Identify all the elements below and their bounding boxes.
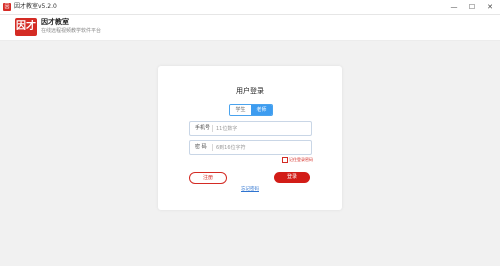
register-button[interactable]: 注册: [189, 172, 227, 184]
window-title: 因才教室v5.2.0: [14, 3, 57, 10]
login-title: 用户登录: [236, 87, 264, 95]
remember-password-checkbox[interactable]: 记住登录密码: [282, 157, 313, 163]
phone-field: 手机号: [189, 121, 312, 136]
app-logo-icon: 因: [3, 3, 11, 11]
brand-name: 因才教室: [41, 18, 69, 26]
close-button[interactable]: ✕: [482, 1, 498, 13]
field-divider: [212, 125, 213, 132]
phone-input[interactable]: [216, 122, 306, 135]
remember-password-label: 记住登录密码: [289, 157, 313, 162]
login-button[interactable]: 登录: [274, 172, 310, 183]
app-header: 因才 因才教室 在线远程视频教学软件平台: [0, 15, 500, 41]
password-label: 密 码: [195, 144, 207, 150]
field-divider: [212, 144, 213, 151]
window-titlebar: 因 因才教室v5.2.0 — ☐ ✕: [0, 0, 500, 15]
tab-student[interactable]: 学生: [230, 105, 251, 115]
tab-teacher[interactable]: 老师: [251, 105, 272, 115]
brand-logo: 因才: [15, 18, 37, 36]
password-field: 密 码: [189, 140, 312, 155]
phone-label: 手机号: [195, 125, 211, 131]
brand-slogan: 在线远程视频教学软件平台: [41, 28, 102, 34]
role-switch: 学生 老师: [229, 104, 273, 116]
maximize-button[interactable]: ☐: [464, 1, 480, 13]
checkbox-icon[interactable]: [282, 157, 288, 163]
password-input[interactable]: [216, 141, 306, 154]
login-card: 用户登录 学生 老师 手机号 密 码 记住登录密码 注册 登录 忘记密码: [158, 66, 342, 210]
minimize-button[interactable]: —: [446, 1, 462, 13]
forgot-password-link[interactable]: 忘记密码: [158, 187, 342, 193]
